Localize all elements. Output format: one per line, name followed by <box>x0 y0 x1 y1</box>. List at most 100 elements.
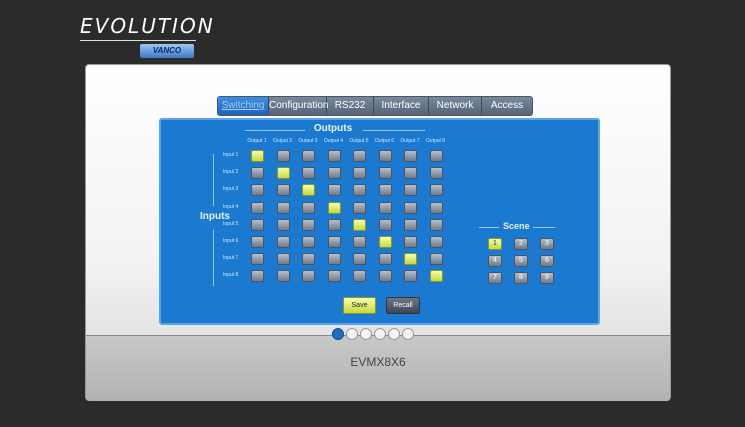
route-cell[interactable] <box>353 150 366 162</box>
route-cell[interactable] <box>251 236 264 248</box>
output-label: Output 7 <box>400 138 420 144</box>
tab-network[interactable]: Network <box>429 97 482 115</box>
route-cell[interactable] <box>302 270 315 283</box>
route-cell[interactable] <box>404 201 417 214</box>
tab-interface[interactable]: Interface <box>374 97 429 115</box>
route-cell[interactable] <box>302 218 315 231</box>
scene-button[interactable]: 5 <box>514 255 528 267</box>
model-name: EVMX8X6 <box>350 355 406 369</box>
inputs-bracket-top <box>213 154 214 206</box>
route-cell[interactable] <box>302 236 315 248</box>
route-cell[interactable] <box>276 201 290 214</box>
route-cell[interactable] <box>429 201 443 214</box>
page-dot[interactable] <box>388 328 400 340</box>
route-cell[interactable] <box>429 184 443 197</box>
route-cell[interactable] <box>404 150 417 162</box>
route-cell[interactable] <box>327 150 341 162</box>
brand-logo: EVOLUTION VANCO <box>80 10 213 62</box>
scene-button[interactable]: 4 <box>488 255 502 267</box>
scene-button[interactable]: 7 <box>488 272 502 284</box>
route-cell[interactable] <box>276 167 290 180</box>
scene-button[interactable]: 9 <box>540 272 554 284</box>
route-cell[interactable] <box>404 218 417 231</box>
route-cell[interactable] <box>378 201 392 214</box>
tab-switching[interactable]: Switching <box>218 97 269 115</box>
route-cell[interactable] <box>378 270 392 283</box>
route-cell[interactable] <box>327 218 341 231</box>
route-cell[interactable] <box>327 270 341 283</box>
route-cell[interactable] <box>327 236 341 248</box>
route-cell[interactable] <box>429 218 443 231</box>
scene-button[interactable]: 6 <box>540 255 554 267</box>
route-cell[interactable] <box>276 184 290 197</box>
output-label: Output 3 <box>298 138 318 144</box>
output-label: Output 6 <box>374 138 395 144</box>
scene-button[interactable]: 2 <box>514 238 528 250</box>
route-cell[interactable] <box>378 150 392 162</box>
scene-button[interactable]: 3 <box>540 238 554 250</box>
route-cell[interactable] <box>302 150 315 162</box>
route-cell[interactable] <box>276 236 290 248</box>
route-cell[interactable] <box>404 253 417 266</box>
page-dot[interactable] <box>360 328 372 340</box>
route-cell[interactable] <box>327 184 341 197</box>
route-cell[interactable] <box>404 236 417 248</box>
scene-button[interactable]: 8 <box>514 272 528 284</box>
route-cell[interactable] <box>302 184 315 197</box>
tab-rs232[interactable]: RS232 <box>327 97 374 115</box>
route-cell[interactable] <box>404 184 417 197</box>
nav-tabs: Switching Configuration RS232 Interface … <box>217 96 533 116</box>
route-cell[interactable] <box>404 270 417 283</box>
route-cell[interactable] <box>251 253 264 266</box>
route-cell[interactable] <box>429 236 443 248</box>
input-label: Input 3 <box>223 186 239 193</box>
route-cell[interactable] <box>251 167 264 180</box>
route-cell[interactable] <box>353 184 366 197</box>
route-cell[interactable] <box>302 201 315 214</box>
page-dot[interactable] <box>332 328 344 340</box>
route-cell[interactable] <box>327 201 341 214</box>
route-cell[interactable] <box>378 184 392 197</box>
route-cell[interactable] <box>251 218 264 231</box>
route-cell[interactable] <box>353 253 366 266</box>
route-cell[interactable] <box>378 236 392 248</box>
output-label: Output 2 <box>272 138 293 144</box>
route-cell[interactable] <box>327 253 341 266</box>
save-button[interactable]: Save <box>343 297 376 314</box>
route-cell[interactable] <box>251 150 264 162</box>
page-indicator <box>332 328 414 340</box>
tab-access[interactable]: Access <box>482 97 532 115</box>
page-dot[interactable] <box>346 328 358 340</box>
page-dot[interactable] <box>374 328 386 340</box>
recall-button[interactable]: Recall <box>386 297 420 314</box>
route-cell[interactable] <box>429 270 443 283</box>
route-cell[interactable] <box>429 253 443 266</box>
route-cell[interactable] <box>327 167 341 180</box>
route-cell[interactable] <box>276 270 290 283</box>
route-cell[interactable] <box>276 253 290 266</box>
scene-button[interactable]: 1 <box>488 238 502 250</box>
tab-configuration[interactable]: Configuration <box>269 97 328 115</box>
route-cell[interactable] <box>251 201 264 214</box>
route-cell[interactable] <box>302 253 315 266</box>
route-cell[interactable] <box>276 150 290 162</box>
route-cell[interactable] <box>251 270 264 283</box>
route-cell[interactable] <box>251 184 264 197</box>
route-cell[interactable] <box>353 218 366 231</box>
scene-divider-left <box>479 227 499 228</box>
route-cell[interactable] <box>302 167 315 180</box>
route-cell[interactable] <box>353 270 366 283</box>
route-cell[interactable] <box>429 150 443 162</box>
route-cell[interactable] <box>404 167 417 180</box>
route-cell[interactable] <box>378 253 392 266</box>
input-label: Input 1 <box>223 152 239 158</box>
route-cell[interactable] <box>378 167 392 180</box>
route-cell[interactable] <box>353 201 366 214</box>
route-cell[interactable] <box>353 167 366 180</box>
page-dot[interactable] <box>402 328 414 340</box>
route-cell[interactable] <box>378 218 392 231</box>
outputs-divider-right <box>363 130 425 131</box>
route-cell[interactable] <box>276 218 290 231</box>
route-cell[interactable] <box>429 167 443 180</box>
route-cell[interactable] <box>353 236 366 248</box>
